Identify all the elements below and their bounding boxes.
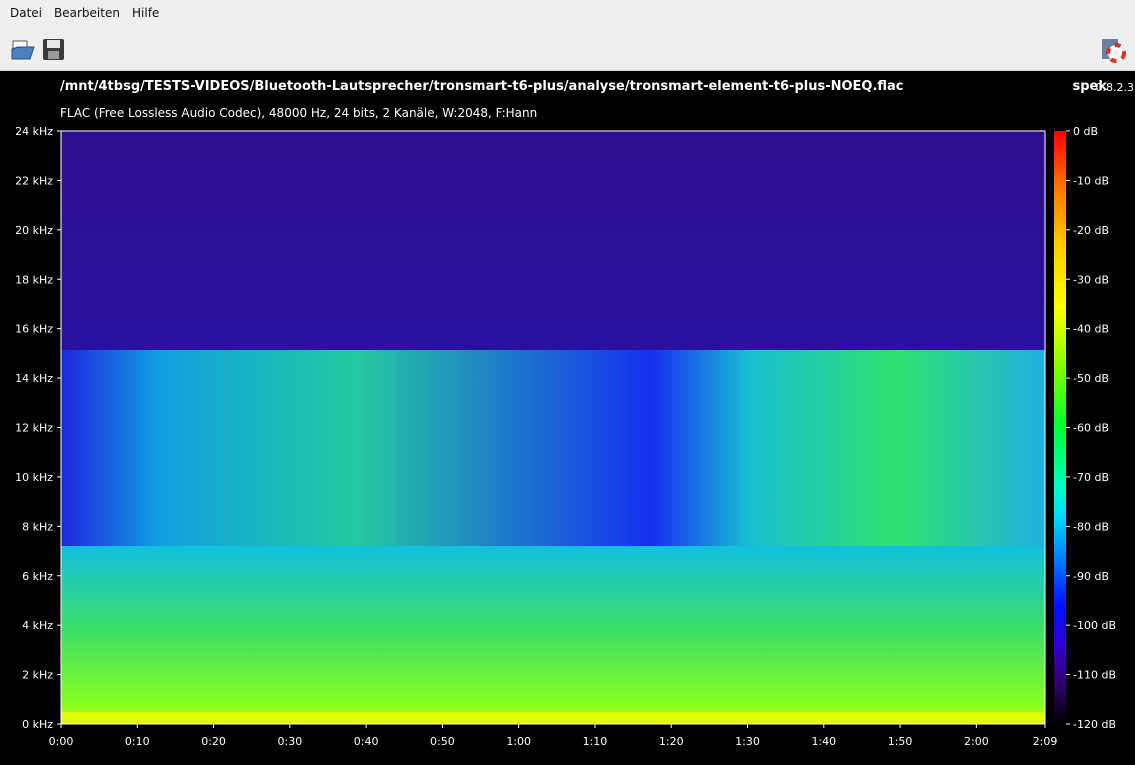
legend-label: -120 dB bbox=[1073, 718, 1116, 731]
x-tick-label: 0:50 bbox=[430, 735, 455, 748]
x-tick-label: 0:20 bbox=[201, 735, 226, 748]
menu-datei[interactable]: Datei bbox=[10, 6, 42, 20]
y-tick-label: 16 kHz bbox=[15, 323, 53, 336]
y-tick-label: 18 kHz bbox=[15, 273, 53, 286]
open-file-button[interactable] bbox=[10, 37, 36, 63]
x-tick-label: 1:00 bbox=[506, 735, 531, 748]
menu-bearbeiten[interactable]: Bearbeiten bbox=[54, 6, 120, 20]
x-tick-label: 1:50 bbox=[888, 735, 913, 748]
y-tick-label: 4 kHz bbox=[22, 619, 53, 632]
legend-label: 0 dB bbox=[1073, 125, 1098, 138]
legend-label: -80 dB bbox=[1073, 520, 1109, 533]
x-tick-label: 2:09 bbox=[1033, 735, 1058, 748]
legend-label: -20 dB bbox=[1073, 224, 1109, 237]
x-tick-label: 2:00 bbox=[964, 735, 989, 748]
y-tick-label: 14 kHz bbox=[15, 372, 53, 385]
toolbar bbox=[0, 28, 1135, 71]
spectrogram-axes: 24 kHz 22 kHz 20 kHz 18 kHz 16 kHz 14 kHz 12 k… bbox=[15, 125, 1116, 748]
y-tick-label: 10 kHz bbox=[15, 471, 53, 484]
legend-label: -10 dB bbox=[1073, 174, 1109, 187]
legend-label: -50 dB bbox=[1073, 372, 1109, 385]
y-tick-label: 0 kHz bbox=[22, 718, 53, 731]
x-tick-label: 1:20 bbox=[659, 735, 684, 748]
save-disk-icon bbox=[43, 39, 64, 60]
legend-label: -100 dB bbox=[1073, 619, 1116, 632]
x-tick-label: 1:40 bbox=[811, 735, 836, 748]
save-button[interactable] bbox=[41, 37, 67, 63]
y-tick-label: 2 kHz bbox=[22, 669, 53, 682]
y-tick-label: 12 kHz bbox=[15, 422, 53, 435]
plot-border bbox=[60, 130, 1046, 725]
help-button[interactable] bbox=[1101, 37, 1127, 63]
y-tick-label: 20 kHz bbox=[15, 224, 53, 237]
x-tick-label: 1:10 bbox=[583, 735, 608, 748]
menu-hilfe[interactable]: Hilfe bbox=[132, 6, 159, 20]
legend-label: -40 dB bbox=[1073, 323, 1109, 336]
y-tick-label: 6 kHz bbox=[22, 570, 53, 583]
x-tick-label: 0:40 bbox=[354, 735, 379, 748]
legend-label: -90 dB bbox=[1073, 570, 1109, 583]
legend-label: -30 dB bbox=[1073, 273, 1109, 286]
legend-label: -60 dB bbox=[1073, 422, 1109, 435]
open-folder-icon bbox=[11, 40, 35, 60]
y-tick-label: 24 kHz bbox=[15, 125, 53, 138]
x-tick-label: 0:30 bbox=[277, 735, 302, 748]
menubar: Datei Bearbeiten Hilfe bbox=[0, 0, 1135, 28]
y-tick-label: 8 kHz bbox=[22, 520, 53, 533]
legend-label: -110 dB bbox=[1073, 669, 1116, 682]
legend-label: -70 dB bbox=[1073, 471, 1109, 484]
x-tick-label: 0:00 bbox=[49, 735, 74, 748]
spectrogram-viewer: /mnt/4tbsg/TESTS-VIDEOS/Bluetooth-Lautsp… bbox=[0, 71, 1135, 765]
lifebuoy-icon bbox=[1102, 39, 1126, 63]
x-tick-label: 1:30 bbox=[735, 735, 760, 748]
x-tick-label: 0:10 bbox=[125, 735, 150, 748]
y-tick-label: 22 kHz bbox=[15, 174, 53, 187]
